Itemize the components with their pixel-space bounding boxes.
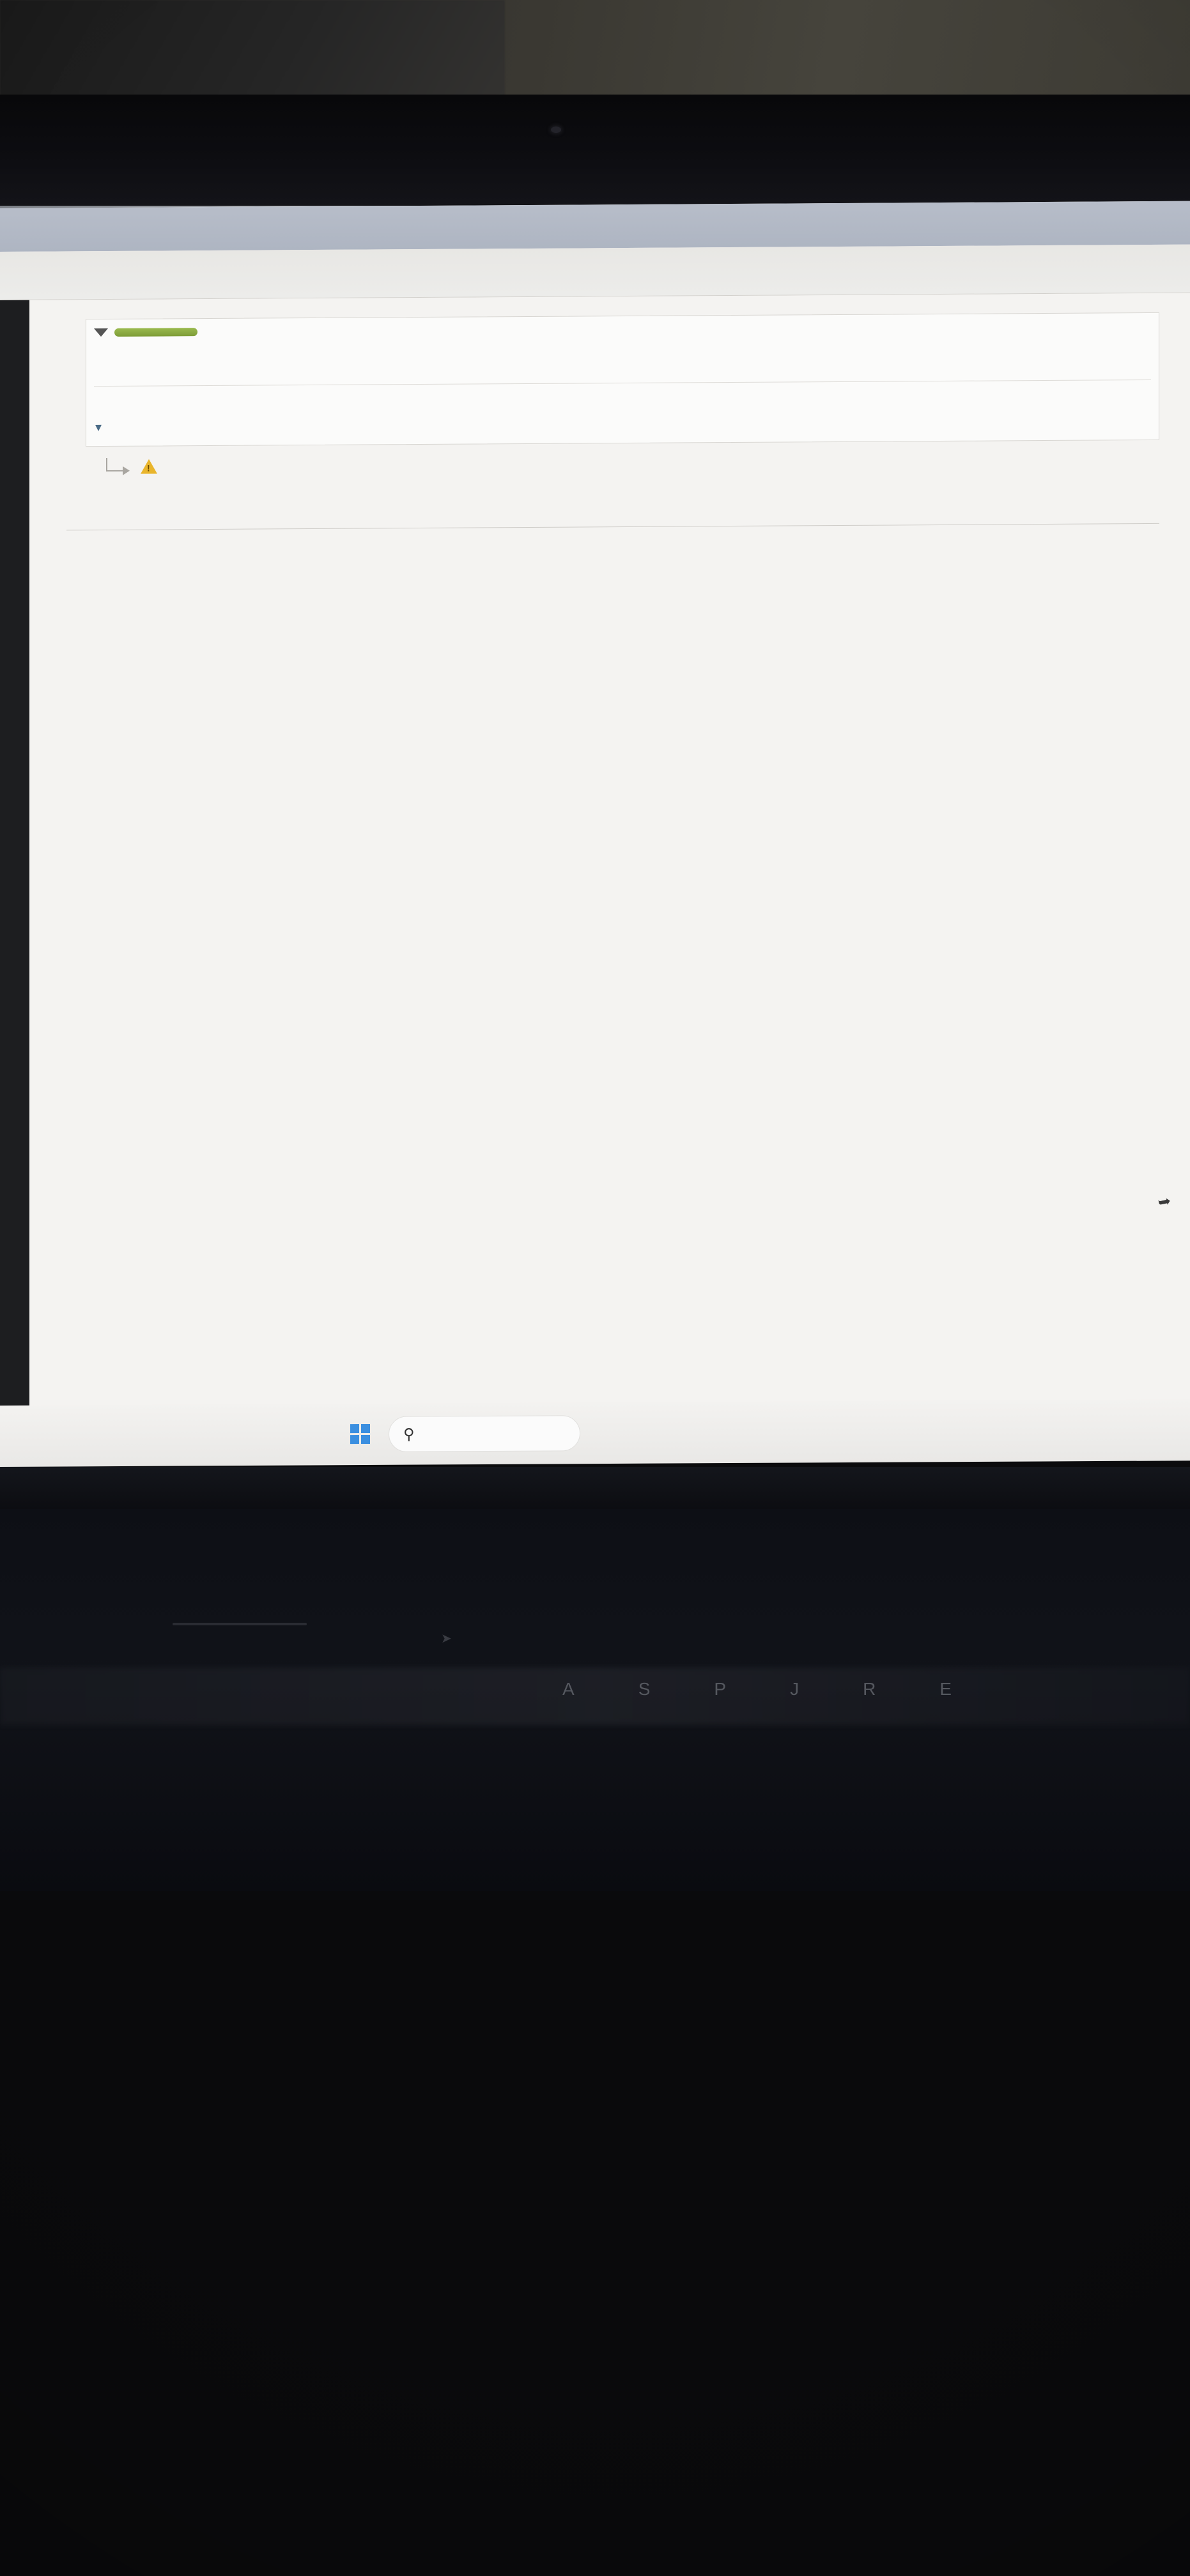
warning-icon <box>141 459 157 474</box>
keyboard-home-row <box>0 2199 1190 2324</box>
corner-arrow-icon <box>106 458 132 476</box>
screen-bezel-top <box>0 95 1190 208</box>
keyboard-qwerty-row <box>0 2089 1190 2212</box>
speaker-grille <box>173 1623 307 1625</box>
search-input[interactable]: ⚲ <box>389 1415 580 1452</box>
laptop-screen: ▾ ➥ <box>0 201 1190 1442</box>
browser-tab-strip <box>0 201 1190 252</box>
exam-status-panel: ▾ <box>86 312 1159 447</box>
blackboard-exam-page: ▾ <box>29 293 1190 1442</box>
status-collapse-row[interactable] <box>94 328 197 337</box>
chevron-down-icon[interactable]: ▾ <box>95 419 102 435</box>
title-rule <box>66 523 1159 531</box>
background-wall-shadow <box>0 0 505 96</box>
laptop-photo-scene: ▾ ➥ <box>0 0 1190 2576</box>
divider <box>94 379 1151 387</box>
timer-progress-bar <box>114 328 197 337</box>
caret-down-icon[interactable] <box>94 328 108 337</box>
keyboard-number-row <box>0 1988 1190 2097</box>
scene: ▾ ➥ <box>0 0 1190 2576</box>
pointer-glyph-icon: ➤ <box>441 1632 452 1646</box>
laptop-keyboard <box>0 1891 1190 2576</box>
webcam-icon <box>551 126 561 133</box>
reflected-key-letters: ASPJRE <box>562 1679 952 1699</box>
windows-taskbar: ⚲ <box>0 1399 1190 1467</box>
question-completion-status-row[interactable]: ▾ <box>95 419 107 435</box>
search-icon: ⚲ <box>403 1425 415 1443</box>
save-notice-row <box>106 457 166 476</box>
windows-start-icon[interactable] <box>350 1423 371 1445</box>
page-left-rail <box>0 300 29 1442</box>
keyboard-bottom-row <box>0 2308 1190 2441</box>
keyboard-function-row <box>0 1901 1190 1995</box>
laptop-hinge <box>0 1467 1190 1509</box>
browser-address-bar[interactable] <box>0 244 1190 300</box>
